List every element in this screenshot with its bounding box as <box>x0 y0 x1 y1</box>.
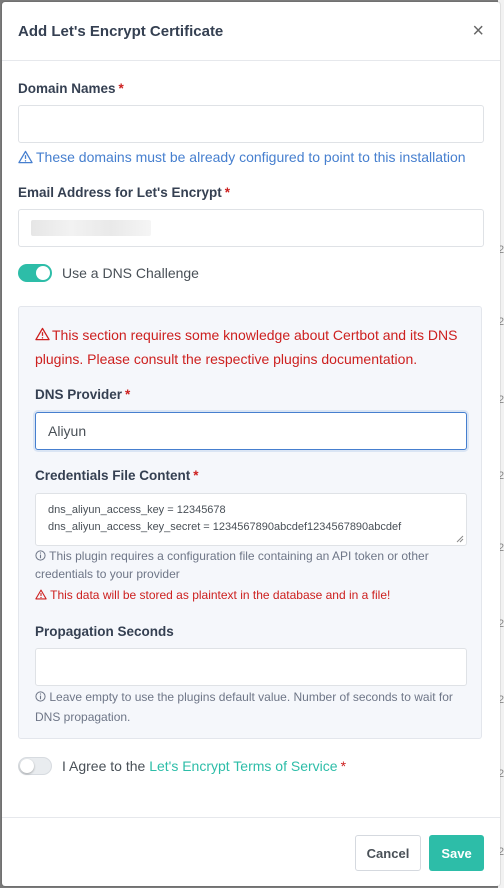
domain-names-hint-text: These domains must be already configured… <box>36 149 466 165</box>
credentials-label-text: Credentials File Content <box>35 468 191 483</box>
modal-title: Add Let's Encrypt Certificate <box>18 22 224 40</box>
dns-warning: This section requires some knowledge abo… <box>35 323 465 371</box>
propagation-info-text: Leave empty to use the plugins default v… <box>35 690 453 724</box>
dns-provider-select[interactable]: Aliyun <box>35 412 467 450</box>
credentials-line: dns_aliyun_access_key = 12345678 <box>48 504 226 516</box>
agree-tos-label: I Agree to the Let's Encrypt Terms of Se… <box>62 758 346 774</box>
credentials-warning-text: This data will be stored as plaintext in… <box>50 588 391 602</box>
modal-footer: Cancel Save <box>2 817 500 886</box>
required-mark: * <box>224 185 231 200</box>
tos-link[interactable]: Let's Encrypt Terms of Service <box>149 758 337 774</box>
email-input[interactable] <box>18 209 484 247</box>
warning-triangle-icon <box>35 589 47 600</box>
dns-challenge-toggle[interactable] <box>18 264 52 282</box>
credentials-warning: This data will be stored as plaintext in… <box>35 586 467 604</box>
redacted-email-value <box>31 220 151 236</box>
credentials-info-text: This plugin requires a configuration fil… <box>35 549 429 581</box>
dns-provider-label-text: DNS Provider <box>35 387 123 402</box>
modal-header: Add Let's Encrypt Certificate × <box>2 2 500 61</box>
required-mark: * <box>340 758 347 774</box>
propagation-label: Propagation Seconds <box>35 624 174 639</box>
credentials-line: dns_aliyun_access_key_secret = 123456789… <box>48 521 402 533</box>
email-label-text: Email Address for Let's Encrypt <box>18 185 222 200</box>
modal-body: Domain Names * These domains must be alre… <box>2 61 500 282</box>
warning-triangle-icon <box>18 150 33 164</box>
info-circle-icon <box>35 691 46 702</box>
domain-names-hint: These domains must be already configured… <box>18 149 484 165</box>
cancel-button[interactable]: Cancel <box>355 835 421 871</box>
dns-settings-panel: This section requires some knowledge abo… <box>18 306 482 739</box>
toggle-knob <box>36 266 50 280</box>
credentials-textarea[interactable]: dns_aliyun_access_key = 12345678 dns_ali… <box>35 493 467 546</box>
domain-names-label: Domain Names * <box>18 81 484 96</box>
email-label: Email Address for Let's Encrypt * <box>18 185 484 200</box>
resize-handle-icon[interactable] <box>456 535 464 543</box>
save-button[interactable]: Save <box>429 835 484 871</box>
propagation-info: Leave empty to use the plugins default v… <box>35 687 467 727</box>
credentials-label: Credentials File Content * <box>35 468 199 483</box>
agree-tos-prefix: I Agree to the <box>62 758 146 774</box>
agree-tos-toggle[interactable] <box>18 757 52 775</box>
propagation-seconds-input[interactable] <box>35 648 467 686</box>
dns-provider-label: DNS Provider * <box>35 387 130 402</box>
dns-warning-text: This section requires some knowledge abo… <box>35 327 458 367</box>
warning-triangle-icon <box>35 327 50 341</box>
domain-names-label-text: Domain Names <box>18 81 116 96</box>
close-icon[interactable]: × <box>472 21 484 41</box>
agree-tos-row[interactable]: I Agree to the Let's Encrypt Terms of Se… <box>18 757 346 775</box>
add-certificate-modal: Add Let's Encrypt Certificate × Domain N… <box>2 2 500 886</box>
domain-names-input[interactable] <box>18 105 484 143</box>
dns-challenge-label: Use a DNS Challenge <box>62 265 199 281</box>
dns-challenge-toggle-row[interactable]: Use a DNS Challenge <box>18 264 484 282</box>
toggle-knob <box>20 759 34 773</box>
required-mark: * <box>118 81 124 96</box>
required-mark: * <box>193 468 199 483</box>
credentials-info: This plugin requires a configuration fil… <box>35 547 467 583</box>
required-mark: * <box>125 387 131 402</box>
info-circle-icon <box>35 550 46 561</box>
